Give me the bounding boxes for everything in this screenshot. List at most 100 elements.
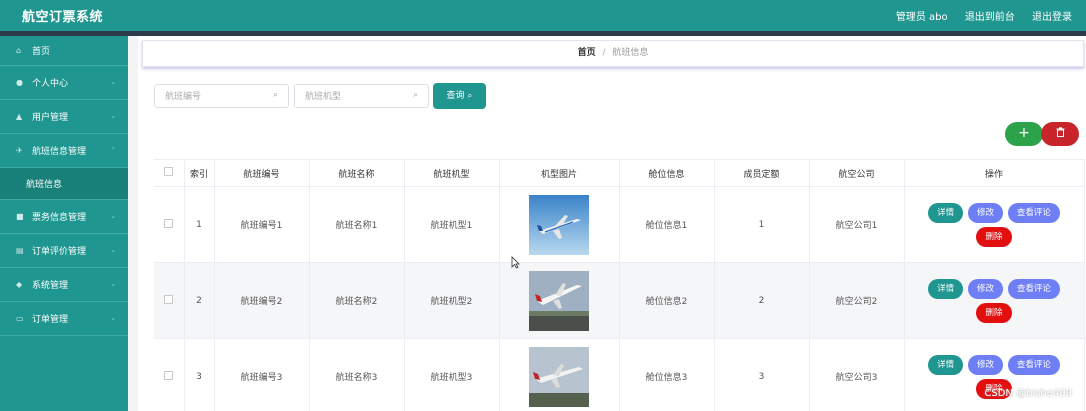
detail-button[interactable]: 详情: [928, 354, 964, 375]
ticket-icon: ■: [16, 212, 24, 221]
comment-icon: ▤: [16, 246, 24, 255]
add-button[interactable]: +: [1005, 122, 1043, 146]
select-all-checkbox[interactable]: [164, 167, 174, 176]
cell-flight-no: 航班编号1: [214, 186, 310, 263]
sidebar-item-users[interactable]: ▲ 用户管理 ⌄: [0, 100, 128, 134]
plane-photo: [529, 194, 589, 255]
breadcrumb: 首页 / 航班信息: [142, 40, 1084, 67]
delete-button[interactable]: 删除: [976, 302, 1012, 323]
chevron-up-icon: ⌃: [110, 146, 116, 154]
view-comments-button[interactable]: 查看评论: [1007, 354, 1060, 375]
main-area: 首页 / 航班信息 ⌕ ⌕ 查询 ⌕ +: [128, 36, 1086, 411]
cell-index: 3: [184, 338, 215, 411]
cell-flight-no: 航班编号3: [214, 338, 310, 411]
cell-airline: 航空公司3: [809, 338, 905, 411]
chevron-down-icon: ⌄: [110, 78, 116, 86]
logout-link[interactable]: 退出登录: [1032, 12, 1072, 23]
cell-flight-name: 航班名称3: [309, 338, 405, 411]
edit-button[interactable]: 修改: [967, 202, 1003, 223]
column-header: 舱位信息: [619, 159, 715, 187]
query-button[interactable]: 查询 ⌕: [433, 83, 486, 109]
cell-quota: 1: [714, 186, 810, 263]
cell-quota: 2: [714, 262, 810, 339]
column-header: 航班编号: [214, 159, 310, 187]
breadcrumb-home[interactable]: 首页: [578, 48, 596, 58]
cell-actions: 详情 修改 查看评论 删除: [904, 186, 1085, 263]
plane-icon: ✈: [16, 146, 23, 155]
plane-photo: [529, 346, 589, 407]
chevron-down-icon: ⌄: [110, 112, 116, 120]
cell-flight-name: 航班名称1: [309, 186, 405, 263]
sidebar-item-home[interactable]: ⌂ 首页: [0, 36, 128, 66]
plus-icon: +: [1018, 125, 1030, 141]
row-checkbox[interactable]: [164, 370, 174, 380]
sidebar-item-profile[interactable]: ● 个人中心 ⌄: [0, 66, 128, 100]
chevron-down-icon: ⌄: [110, 246, 116, 254]
detail-button[interactable]: 详情: [928, 278, 964, 299]
chevron-down-icon: ⌄: [110, 280, 116, 288]
view-comments-button[interactable]: 查看评论: [1007, 278, 1060, 299]
trash-icon: [1056, 127, 1064, 137]
users-icon: ▲: [16, 112, 23, 121]
column-header: 操作: [904, 159, 1085, 187]
cell-airline: 航空公司1: [809, 186, 905, 263]
cell-model-image: [499, 186, 620, 263]
sidebar-subitem-flight-info[interactable]: 航班信息: [0, 168, 128, 200]
sidebar-item-label: 个人中心: [32, 79, 69, 89]
column-header: 航班名称: [309, 159, 405, 187]
search-icon: ⌕: [273, 90, 279, 100]
sidebar-item-flight-management[interactable]: ✈ 航班信息管理 ⌃: [0, 134, 128, 168]
column-header: 航空公司: [809, 159, 905, 187]
sidebar-item-orders[interactable]: ▭ 订单管理 ⌄: [0, 302, 128, 336]
cell-flight-model: 航班机型1: [404, 186, 500, 263]
sidebar-item-system[interactable]: ◆ 系统管理 ⌄: [0, 268, 128, 302]
plane-photo: [529, 270, 589, 331]
select-all-checkbox-cell[interactable]: [154, 159, 185, 187]
breadcrumb-separator: /: [602, 48, 606, 58]
content-panel: 首页 / 航班信息 ⌕ ⌕ 查询 ⌕ +: [138, 36, 1086, 411]
column-header: 航班机型: [404, 159, 500, 187]
sidebar-item-label: 首页: [32, 47, 51, 57]
app-title: 航空订票系统: [22, 10, 104, 25]
flight-table: 索引 航班编号 航班名称 航班机型 机型图片 舱位信息 成员定额 航空公司 操作…: [154, 159, 1085, 411]
column-header: 索引: [184, 159, 215, 187]
cell-actions: 详情 修改 查看评论 删除: [904, 262, 1085, 339]
view-comments-button[interactable]: 查看评论: [1007, 202, 1060, 223]
watermark: CSDN @bishe409: [984, 388, 1072, 399]
cell-cabin: 舱位信息2: [619, 262, 715, 339]
table-row: 1 航班编号1 航班名称1 航班机型1 舱位信息1 1 航空公司1 详情 修改 …: [154, 186, 1085, 263]
table-row: 2 航班编号2 航班名称2 航班机型2 舱位信息2 2 航空公司2 详情 修改 …: [154, 262, 1085, 339]
row-checkbox-cell[interactable]: [154, 262, 185, 339]
cell-quota: 3: [714, 338, 810, 411]
gear-icon: ◆: [16, 280, 23, 289]
order-icon: ▭: [16, 314, 24, 323]
edit-button[interactable]: 修改: [967, 354, 1003, 375]
sidebar: ⌂ 首页 ● 个人中心 ⌄ ▲ 用户管理 ⌄ ✈ 航班信息管理 ⌃ 航班信息 ■…: [0, 36, 128, 411]
front-link[interactable]: 退出到前台: [965, 12, 1015, 23]
cell-actions: 详情 修改 查看评论 删除: [904, 338, 1085, 411]
cell-model-image: [499, 262, 620, 339]
cell-flight-name: 航班名称2: [309, 262, 405, 339]
flight-no-search-input[interactable]: [154, 84, 289, 108]
batch-delete-button[interactable]: [1041, 122, 1079, 146]
row-checkbox-cell[interactable]: [154, 338, 185, 411]
top-header: 航空订票系统 管理员 abo 退出到前台 退出登录: [0, 0, 1086, 31]
breadcrumb-current: 航班信息: [612, 48, 649, 58]
search-icon: ⌕: [467, 91, 473, 101]
user-icon: ●: [16, 78, 23, 87]
current-user: 管理员 abo: [895, 12, 948, 23]
cell-cabin: 舱位信息3: [619, 338, 715, 411]
row-checkbox[interactable]: [164, 218, 174, 228]
sidebar-item-label: 订单管理: [32, 315, 69, 325]
row-checkbox-cell[interactable]: [154, 186, 185, 263]
sidebar-item-review-management[interactable]: ▤ 订单评价管理 ⌄: [0, 234, 128, 268]
delete-button[interactable]: 删除: [976, 226, 1012, 247]
sidebar-item-label: 订单评价管理: [32, 247, 87, 257]
detail-button[interactable]: 详情: [928, 202, 964, 223]
edit-button[interactable]: 修改: [967, 278, 1003, 299]
sidebar-item-label: 航班信息管理: [32, 147, 87, 157]
table-header-row: 索引 航班编号 航班名称 航班机型 机型图片 舱位信息 成员定额 航空公司 操作: [154, 159, 1085, 187]
sidebar-item-ticket-management[interactable]: ■ 票务信息管理 ⌄: [0, 200, 128, 234]
row-checkbox[interactable]: [164, 294, 174, 304]
flight-model-search-input[interactable]: [294, 84, 429, 108]
